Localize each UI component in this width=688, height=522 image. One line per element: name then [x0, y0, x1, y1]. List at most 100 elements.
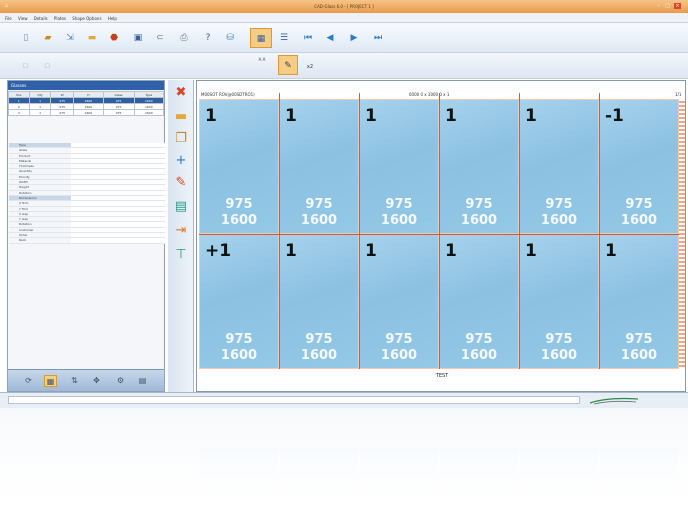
copy-icon[interactable]: ❐	[172, 130, 190, 148]
secondary-toolbar: ▫ ▫ A A ✎ x2	[0, 53, 688, 79]
property-row[interactable]: Rack	[9, 238, 165, 244]
next-page-icon[interactable]: ▶	[346, 30, 362, 46]
folder-icon[interactable]: ▬	[172, 108, 190, 126]
sheet-width: 975	[305, 332, 333, 347]
sheet-quantity: 1	[205, 106, 217, 126]
property-value[interactable]	[71, 158, 165, 164]
glass-sheet[interactable]: 1 975 1600	[520, 100, 598, 233]
glass-sheet[interactable]: +1 975 1600	[200, 235, 278, 368]
property-key: Rack	[19, 238, 27, 243]
sheet-quantity: 1	[445, 241, 457, 261]
sheet-quantity: -1	[605, 106, 624, 126]
export-icon[interactable]: ⬣	[106, 30, 122, 46]
table-edit-icon[interactable]: ▤	[172, 198, 190, 216]
glass-sheet[interactable]: 1 975 1600	[360, 100, 438, 233]
property-value[interactable]	[71, 164, 165, 169]
sort-icon[interactable]: ⇅	[68, 375, 81, 387]
grid-view-icon[interactable]: ▦	[44, 375, 57, 387]
plate-id: M00SOT ROV@00SDTRO1)	[201, 92, 255, 97]
pencil-button[interactable]: ✎	[278, 55, 298, 75]
cell: 1	[28, 109, 52, 116]
menu-file[interactable]: File	[5, 16, 12, 21]
edit-icon[interactable]: ✎	[172, 174, 190, 192]
layout-view-button[interactable]: ▦	[250, 28, 272, 48]
property-value[interactable]	[71, 217, 165, 222]
sheet-height: 1600	[460, 348, 498, 363]
import-icon[interactable]: ⇥	[172, 222, 190, 240]
property-value[interactable]	[71, 238, 165, 243]
help-icon[interactable]: ?	[200, 30, 216, 46]
menu-view[interactable]: View	[18, 16, 28, 21]
property-value[interactable]	[71, 222, 165, 227]
glass-sheet[interactable]: 1 975 1600	[280, 100, 358, 233]
table-icon[interactable]: ▤	[136, 375, 149, 387]
last-page-icon[interactable]: ⏭	[370, 30, 386, 46]
folder-icon[interactable]: ▬	[84, 30, 100, 46]
sheet-height: 1600	[300, 213, 338, 228]
first-page-icon[interactable]: ⏮	[300, 30, 316, 46]
panel-title: Glasses	[8, 81, 164, 90]
open-icon[interactable]: ▰	[40, 30, 56, 46]
minimize-icon[interactable]: –	[655, 3, 662, 9]
property-value[interactable]	[71, 195, 165, 201]
property-value[interactable]	[71, 153, 165, 158]
link-icon[interactable]: ⊂	[152, 30, 168, 46]
glass-sheet[interactable]: 1 975 1600	[360, 235, 438, 368]
property-value[interactable]	[71, 206, 165, 211]
list-icon[interactable]: ☰	[276, 30, 292, 46]
close-icon[interactable]: ×	[674, 3, 681, 9]
glass-sheet[interactable]: 1 975 1600	[200, 100, 278, 233]
sheet-width: 975	[545, 332, 573, 347]
disabled-tool-icon: ▫	[43, 61, 51, 71]
property-value[interactable]	[71, 185, 165, 190]
property-value[interactable]	[71, 148, 165, 153]
refresh-icon[interactable]: ⟳	[22, 375, 35, 387]
menu-shape-options[interactable]: Shape Options	[72, 16, 101, 21]
multiply-button[interactable]: x2	[302, 59, 318, 75]
sheet-quantity: 1	[605, 241, 617, 261]
print-icon[interactable]: ⎙	[176, 30, 192, 46]
glass-sheet[interactable]: 1 975 1600	[520, 235, 598, 368]
sheet-width: 975	[305, 197, 333, 212]
menu-plates[interactable]: Plates	[54, 16, 66, 21]
property-value[interactable]	[71, 174, 165, 180]
table-row[interactable]: 3 1 975 1600 975 1600	[8, 109, 165, 116]
settings-icon[interactable]: ⚙	[114, 375, 127, 387]
ruler-scale	[679, 99, 685, 369]
maximize-icon[interactable]: □	[664, 3, 671, 9]
cut-line	[439, 93, 440, 369]
property-value[interactable]	[71, 211, 165, 217]
delete-icon[interactable]: ✖	[172, 84, 190, 102]
glass-sheet[interactable]: 1 975 1600	[280, 235, 358, 368]
property-value[interactable]	[71, 143, 165, 148]
property-value[interactable]	[71, 227, 165, 233]
cutting-plan-canvas[interactable]: M00SOT ROV@00SDTRO1) 6000 0 x 3000 0 x 1…	[196, 80, 686, 392]
property-key: Dimensions	[19, 195, 37, 200]
property-value[interactable]	[71, 190, 165, 195]
property-value[interactable]	[71, 201, 165, 206]
database-icon[interactable]: ⛁	[222, 30, 238, 46]
sheet-width: 975	[465, 197, 493, 212]
prev-page-icon[interactable]: ◀	[322, 30, 338, 46]
window-title: CAD-Glass 6.0 - [ PROJECT 1 ]	[314, 4, 374, 9]
add-icon[interactable]: +	[172, 152, 190, 170]
layout-icon[interactable]: ⊤	[172, 246, 190, 264]
main-toolbar: ▯ ▰ ⇲ ▬ ⬣ ▣ ⊂ ⎙ ? ⛁ ▦ ☰ ⏮ ◀ ▶ ⏭	[0, 23, 688, 53]
new-icon[interactable]: ▯	[18, 30, 34, 46]
save-icon[interactable]: ▣	[130, 30, 146, 46]
glass-sheet[interactable]: 1 975 1600	[440, 100, 518, 233]
cut-line	[359, 93, 360, 369]
glass-sheet[interactable]: -1 975 1600	[600, 100, 678, 233]
menu-details[interactable]: Details	[34, 16, 48, 21]
brand-logo	[588, 396, 640, 406]
import-icon[interactable]: ⇲	[62, 30, 78, 46]
font-size-label[interactable]: A A	[255, 55, 269, 75]
property-value[interactable]	[71, 180, 165, 185]
property-value[interactable]	[71, 169, 165, 174]
menu-help[interactable]: Help	[108, 16, 117, 21]
glass-sheet[interactable]: 1 975 1600	[600, 235, 678, 368]
glass-sheet[interactable]: 1 975 1600	[440, 235, 518, 368]
sheet-height: 1600	[300, 348, 338, 363]
property-value[interactable]	[71, 233, 165, 238]
move-icon[interactable]: ✥	[90, 375, 103, 387]
